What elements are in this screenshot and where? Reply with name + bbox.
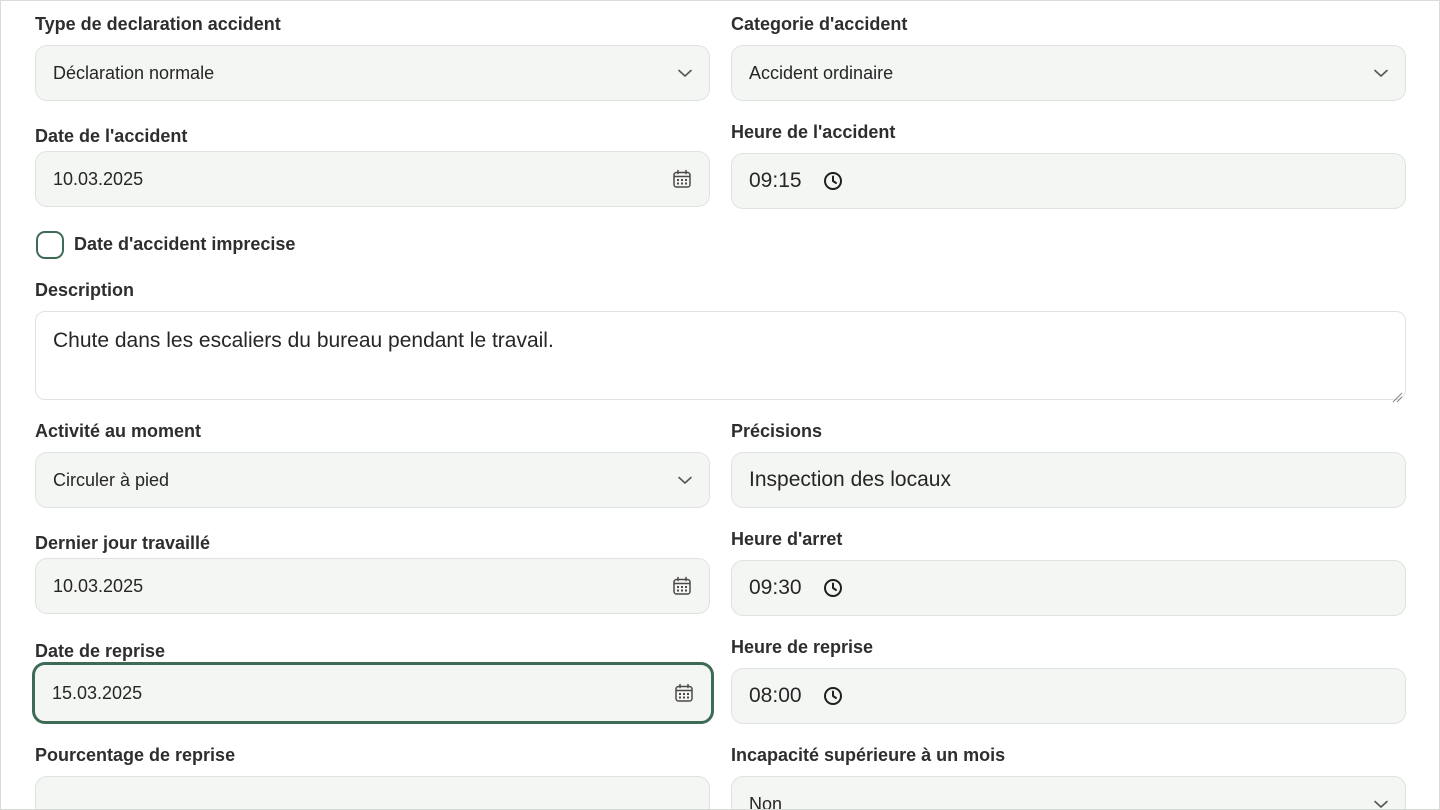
date-reprise-value: 15.03.2025 [52, 682, 143, 703]
activite-label: Activité au moment [35, 421, 202, 441]
heure-arret-value: 09:30 [749, 576, 802, 599]
date-accident-value: 10.03.2025 [53, 168, 144, 189]
calendar-icon[interactable] [671, 575, 693, 597]
incapacite-select[interactable]: Non [731, 776, 1406, 810]
pourcentage-reprise-label: Pourcentage de reprise [35, 745, 236, 765]
type-declaration-label: Type de declaration accident [35, 14, 281, 34]
pourcentage-reprise-input[interactable] [35, 776, 710, 809]
precisions-value: Inspection des locaux [749, 468, 951, 491]
heure-arret-input[interactable]: 09:30 [731, 560, 1406, 616]
heure-accident-value: 09:15 [749, 169, 802, 192]
calendar-icon[interactable] [671, 168, 693, 190]
dernier-jour-input[interactable]: 10.03.2025 [35, 558, 710, 614]
date-accident-label: Date de l'accident [35, 126, 188, 146]
calendar-icon[interactable] [673, 682, 695, 704]
categorie-select[interactable]: Accident ordinaire [731, 45, 1406, 101]
heure-arret-label: Heure d'arret [731, 529, 843, 549]
date-imprecise-checkbox[interactable] [36, 231, 64, 259]
activite-value: Circuler à pied [53, 469, 170, 490]
incapacite-label: Incapacité supérieure à un mois [731, 745, 1006, 765]
heure-reprise-value: 08:00 [749, 684, 802, 707]
description-textarea[interactable]: Chute dans les escaliers du bureau penda… [35, 311, 1406, 403]
date-imprecise-label[interactable]: Date d'accident imprecise [74, 234, 295, 255]
categorie-value: Accident ordinaire [749, 62, 894, 83]
precisions-input[interactable]: Inspection des locaux [731, 452, 1406, 508]
date-reprise-label: Date de reprise [35, 641, 166, 661]
resize-grip-icon[interactable] [1391, 385, 1403, 403]
type-declaration-value: Déclaration normale [53, 62, 215, 83]
heure-accident-label: Heure de l'accident [731, 122, 896, 142]
description-value: Chute dans les escaliers du bureau penda… [53, 329, 554, 352]
accident-declaration-form: Type de declaration accident Déclaration… [0, 0, 1440, 810]
chevron-down-icon [677, 472, 693, 488]
activite-select[interactable]: Circuler à pied [35, 452, 710, 508]
dernier-jour-value: 10.03.2025 [53, 575, 144, 596]
heure-accident-input[interactable]: 09:15 [731, 153, 1406, 209]
date-reprise-input[interactable]: 15.03.2025 [33, 663, 713, 723]
chevron-down-icon [677, 65, 693, 81]
chevron-down-icon [1373, 796, 1389, 809]
type-declaration-select[interactable]: Déclaration normale [35, 45, 710, 101]
dernier-jour-label: Dernier jour travaillé [35, 533, 211, 553]
description-label: Description [35, 280, 135, 300]
clock-icon[interactable] [822, 685, 844, 707]
heure-reprise-input[interactable]: 08:00 [731, 668, 1406, 724]
heure-reprise-label: Heure de reprise [731, 637, 874, 657]
clock-icon[interactable] [822, 170, 844, 192]
date-accident-input[interactable]: 10.03.2025 [35, 151, 710, 207]
incapacite-value: Non [749, 793, 783, 810]
clock-icon[interactable] [822, 577, 844, 599]
chevron-down-icon [1373, 65, 1389, 81]
categorie-label: Categorie d'accident [731, 14, 908, 34]
precisions-label: Précisions [731, 421, 823, 441]
